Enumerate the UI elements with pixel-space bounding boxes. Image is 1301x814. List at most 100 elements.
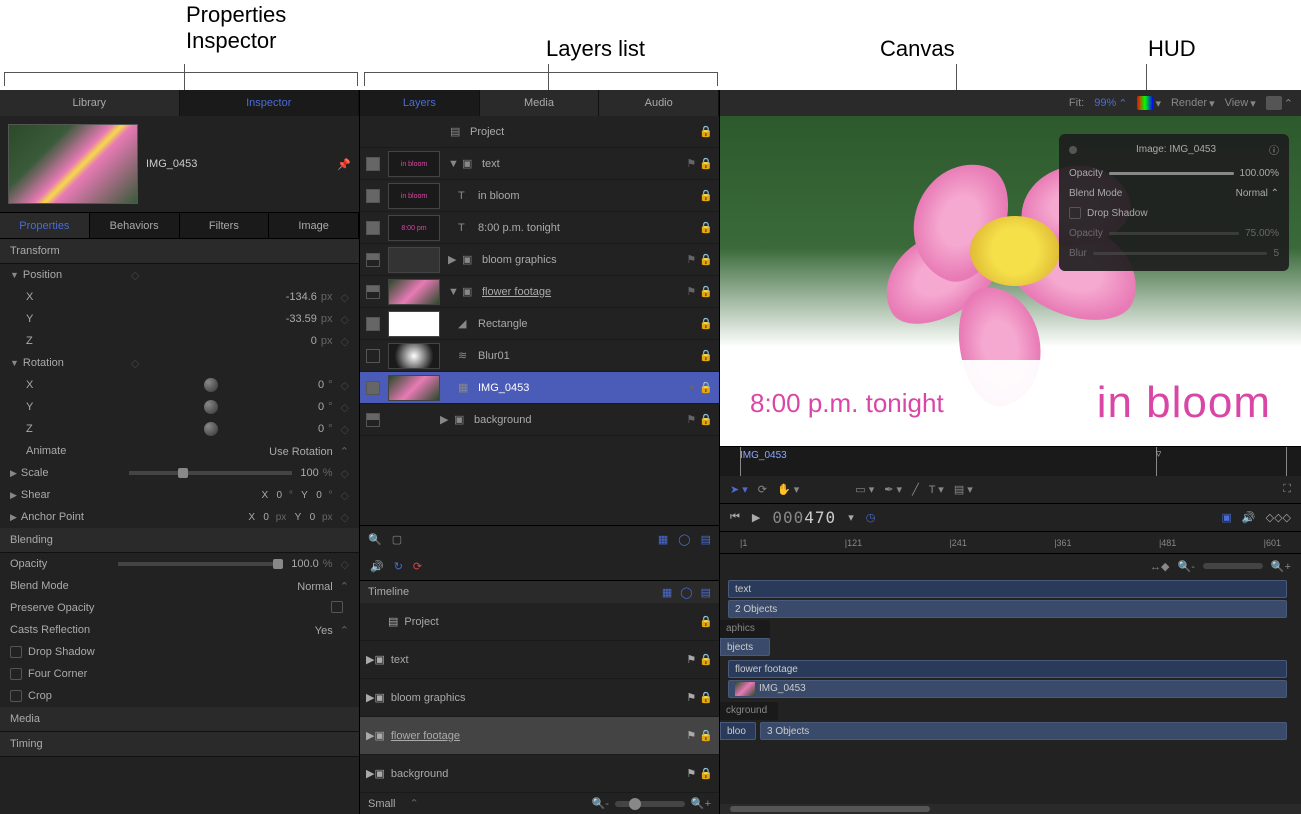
prop-scale[interactable]: ▶Scale100%◇ <box>0 462 359 484</box>
snap-icon[interactable]: ↔◆ <box>1150 560 1169 573</box>
prop-casts-reflection[interactable]: Casts ReflectionYes ⌃ <box>0 619 359 641</box>
hand-tool-icon[interactable]: ✋ ▾ <box>777 483 799 496</box>
track-img[interactable]: IMG_0453 <box>728 680 1287 698</box>
flag-icon[interactable]: ⚑ 🔒 <box>686 413 713 426</box>
lock-icon[interactable]: ⚑ 🔒 <box>686 691 713 704</box>
visibility-toggle[interactable] <box>366 285 380 299</box>
prop-shear[interactable]: ▶ShearX 0 ° Y 0 °◇ <box>0 484 359 506</box>
prop-rotation-z[interactable]: Z0°◇ <box>0 418 359 440</box>
layer-background[interactable]: ▶▣background⚑ 🔒 <box>360 404 719 436</box>
zoom-slider[interactable] <box>615 801 685 807</box>
zoom-out-icon[interactable]: 🔍- <box>1178 560 1195 573</box>
prop-position-x[interactable]: X-134.6px◇ <box>0 286 359 308</box>
timeline-ruler[interactable]: |1|121|241|361|481|601 <box>720 532 1301 554</box>
loop-icon[interactable]: ↻ <box>394 560 403 573</box>
layer-inbloom[interactable]: in bloomTin bloom🔒 <box>360 180 719 212</box>
track-flower[interactable]: flower footage <box>728 660 1287 678</box>
visibility-toggle[interactable] <box>366 349 380 363</box>
hud-close-icon[interactable] <box>1069 146 1077 154</box>
layer-img0453[interactable]: ▦IMG_0453⚭ 🔒 <box>360 372 719 404</box>
tab-audio[interactable]: Audio <box>599 90 719 116</box>
canvas-viewport[interactable]: 8:00 p.m. tonight in bloom Image: IMG_04… <box>720 116 1301 446</box>
hud-opacity-slider[interactable] <box>1109 172 1234 175</box>
zoom-in-icon[interactable]: 🔍+ <box>691 797 711 810</box>
tl-bg[interactable]: ▶▣background⚑ 🔒 <box>360 755 719 793</box>
tab-media[interactable]: Media <box>480 90 600 116</box>
clock-icon[interactable]: ◷ <box>866 511 876 524</box>
mini-ruler[interactable]: ▿ IMG_0453 <box>720 446 1301 476</box>
mask-icon[interactable]: ▦ <box>658 533 668 546</box>
lock-icon[interactable]: 🔒 <box>699 615 713 628</box>
text-tool-icon[interactable]: T ▾ <box>929 483 944 496</box>
audio-icon[interactable]: 🔊 <box>1242 511 1256 524</box>
lock-icon[interactable]: 🔒 <box>699 125 713 138</box>
frame-icon[interactable]: ▢ <box>392 533 402 546</box>
prop-rotation-x[interactable]: X0°◇ <box>0 374 359 396</box>
prop-animate[interactable]: AnimateUse Rotation ⌃ <box>0 440 359 462</box>
timecode[interactable]: 000470 <box>772 508 836 527</box>
search-icon[interactable]: 🔍 <box>368 533 382 546</box>
keyframe-icon[interactable]: ▣ <box>1222 511 1232 524</box>
prop-crop[interactable]: Crop <box>0 685 359 707</box>
visibility-toggle[interactable] <box>366 157 380 171</box>
transform-icon[interactable]: ⟳ <box>758 483 767 496</box>
tab-layers[interactable]: Layers <box>360 90 480 116</box>
hud-dropshadow-check[interactable] <box>1069 207 1081 219</box>
record-icon[interactable]: ⟳ <box>413 560 422 573</box>
track-bg[interactable]: 3 Objects <box>760 722 1287 740</box>
flag-icon[interactable]: ⚑ 🔒 <box>686 253 713 266</box>
timeline-scrollbar[interactable] <box>720 804 1301 814</box>
arrow-tool-icon[interactable]: ➤ ▾ <box>730 483 748 496</box>
prop-rotation-y[interactable]: Y0°◇ <box>0 396 359 418</box>
view-menu[interactable]: View ▾ <box>1225 97 1256 110</box>
speaker-icon[interactable]: 🔊 <box>370 560 384 573</box>
lock-icon[interactable]: 🔒 <box>699 349 713 362</box>
play-icon[interactable]: ▶ <box>752 511 760 524</box>
tab-library[interactable]: Library <box>0 90 180 116</box>
layer-flower-footage[interactable]: ▼▣flower footage⚑ 🔒 <box>360 276 719 308</box>
visibility-toggle[interactable] <box>366 317 380 331</box>
tab-behaviors[interactable]: Behaviors <box>90 213 180 238</box>
prop-rotation[interactable]: ▼Rotation◇ <box>0 352 359 374</box>
gear-icon[interactable]: ◯ <box>678 533 690 546</box>
track-bloom-objs[interactable]: bjects <box>720 638 770 656</box>
link-icon[interactable]: ⚭ 🔒 <box>687 381 713 394</box>
color-picker[interactable]: ▾ <box>1137 96 1161 110</box>
out-marker[interactable] <box>1286 447 1287 476</box>
gear-icon[interactable]: ◯ <box>680 586 692 599</box>
tab-filters[interactable]: Filters <box>180 213 270 238</box>
tl-flower[interactable]: ▶▣flower footage⚑ 🔒 <box>360 717 719 755</box>
goto-start-icon[interactable]: ⏮ <box>730 511 740 524</box>
viewport-menu[interactable]: ⌃ <box>1266 96 1293 110</box>
prop-position[interactable]: ▼Position◇ <box>0 264 359 286</box>
lock-icon[interactable]: ⚑ 🔒 <box>686 653 713 666</box>
zoom-out-icon[interactable]: 🔍- <box>592 797 609 810</box>
lock-icon[interactable]: 🔒 <box>699 189 713 202</box>
tab-properties[interactable]: Properties <box>0 213 90 238</box>
visibility-toggle[interactable] <box>366 189 380 203</box>
mask-tool-icon[interactable]: ▤ ▾ <box>954 483 973 496</box>
dial-icon[interactable] <box>204 378 218 392</box>
zoom-slider[interactable] <box>1203 563 1263 569</box>
rect-tool-icon[interactable]: ▭ ▾ <box>855 483 874 496</box>
visibility-toggle[interactable] <box>366 381 380 395</box>
timecode-dropdown-icon[interactable]: ▾ <box>848 511 854 524</box>
lock-icon[interactable]: ⚑ 🔒 <box>686 767 713 780</box>
playhead-marker[interactable]: ▿ <box>1156 447 1157 476</box>
layer-rectangle[interactable]: ◢Rectangle🔒 <box>360 308 719 340</box>
section-media[interactable]: Media <box>0 707 359 732</box>
dial-icon[interactable] <box>204 400 218 414</box>
tl-project[interactable]: ▤Project🔒 <box>360 603 719 641</box>
hud-shadow-opacity-slider[interactable] <box>1109 232 1239 235</box>
flag-icon[interactable]: ⚑ 🔒 <box>686 157 713 170</box>
pen-tool-icon[interactable]: ✒ ▾ <box>884 483 902 496</box>
info-icon[interactable]: ⓘ <box>1269 142 1279 157</box>
layer-bloom-graphics[interactable]: ▶▣bloom graphics⚑ 🔒 <box>360 244 719 276</box>
lock-icon[interactable]: 🔒 <box>699 221 713 234</box>
prop-blendmode[interactable]: Blend ModeNormal ⌃ <box>0 575 359 597</box>
section-timing[interactable]: Timing <box>0 732 359 757</box>
layer-8pm[interactable]: 8:00 pmT8:00 p.m. tonight🔒 <box>360 212 719 244</box>
tab-inspector[interactable]: Inspector <box>180 90 360 116</box>
lock-icon[interactable]: ⚑ 🔒 <box>686 729 713 742</box>
opacity-slider[interactable] <box>118 562 283 566</box>
